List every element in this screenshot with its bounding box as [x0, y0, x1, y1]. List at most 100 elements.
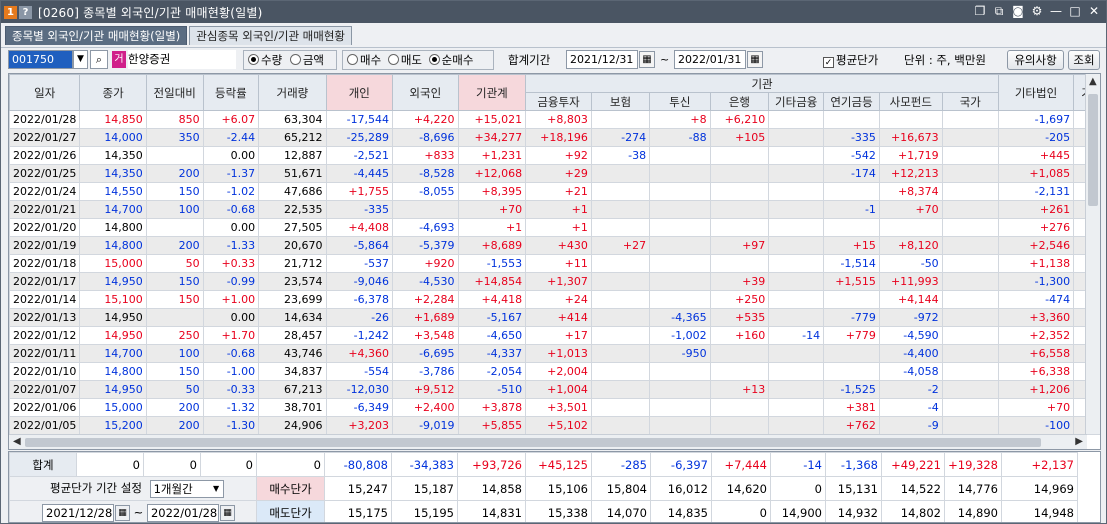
- table-row[interactable]: 2022/01/18 15,000 50 +0.33 21,712 -537 +920 -1,…: [9, 254, 1100, 273]
- table-row[interactable]: 2022/01/21 14,700 100 -0.68 22,535 -335 +70 +1-…: [9, 200, 1100, 219]
- horizontal-scroll-thumb[interactable]: [25, 438, 1041, 447]
- radio-buy[interactable]: 매수: [347, 53, 381, 67]
- table-row[interactable]: 2022/01/26 14,350 0.00 12,887 -2,521 +833 +1,2…: [9, 146, 1100, 165]
- table-cell: [590, 218, 651, 237]
- calendar-icon[interactable]: ▦: [639, 51, 655, 68]
- header-change[interactable]: 전일대비: [145, 74, 204, 111]
- table-row[interactable]: 2022/01/20 14,800 0.00 27,505 +4,408 -4,693 +1…: [9, 218, 1100, 237]
- header-finance[interactable]: 금융투자: [525, 92, 592, 111]
- table-cell: -6,378: [325, 290, 394, 309]
- copy-icon[interactable]: ⧉: [991, 3, 1007, 20]
- close-icon[interactable]: ✕: [1086, 3, 1102, 20]
- header-other-corp[interactable]: 기타법인: [997, 74, 1075, 111]
- table-cell: 14,800: [79, 218, 147, 237]
- table-cell: -4,058: [878, 362, 943, 381]
- tab-stock-daily[interactable]: 종목별 외국인/기관 매매현황(일별): [5, 26, 188, 45]
- total-cell: +2,137: [1001, 452, 1078, 477]
- stock-code-input[interactable]: 001750: [8, 50, 73, 69]
- help-badge[interactable]: ?: [19, 5, 32, 19]
- header-volume[interactable]: 거래량: [258, 74, 327, 111]
- avg-end-date-input[interactable]: 2022/01/28: [146, 503, 219, 522]
- horizontal-scrollbar[interactable]: ◀ ▶: [9, 434, 1087, 449]
- calendar-icon[interactable]: ▦: [115, 504, 130, 521]
- chevron-down-icon[interactable]: ▼: [73, 50, 88, 69]
- query-button[interactable]: 조회: [1068, 50, 1100, 70]
- header-rate[interactable]: 등락률: [202, 74, 260, 111]
- table-cell: [709, 254, 770, 273]
- table-row[interactable]: 2022/01/17 14,950 150 -0.99 23,574 -9,046 -4,5…: [9, 272, 1100, 291]
- table-row[interactable]: 2022/01/05 15,200 200 -1.30 24,906 +3,203 -9,0…: [9, 416, 1100, 435]
- vertical-scrollbar[interactable]: ▲: [1085, 74, 1100, 434]
- header-price[interactable]: 종가: [79, 74, 147, 111]
- minimize-icon[interactable]: —: [1048, 3, 1064, 20]
- table-row[interactable]: 2022/01/25 14,350 200 -1.37 51,671 -4,445 -8,5…: [9, 164, 1100, 183]
- table-cell: -274: [590, 128, 651, 147]
- table-row[interactable]: 2022/01/28 14,850 850 +6.07 63,304 -17,544 +4,…: [9, 110, 1100, 129]
- table-cell: -50: [878, 254, 943, 273]
- table-row[interactable]: 2022/01/12 14,950 250 +1.70 28,457 -1,242 +3,5…: [9, 326, 1100, 345]
- table-row[interactable]: 2022/01/06 15,000 200 -1.32 38,701 -6,349 +2,4…: [9, 398, 1100, 417]
- header-trust[interactable]: 투신: [649, 92, 711, 111]
- table-row[interactable]: 2022/01/14 15,100 150 +1.00 23,699 -6,378 +2,2…: [9, 290, 1100, 309]
- header-inst-total[interactable]: 기관계: [457, 74, 527, 111]
- header-other-fin[interactable]: 기타금융: [768, 92, 825, 111]
- table-cell: [709, 200, 770, 219]
- table-cell: [941, 236, 999, 255]
- scroll-right-icon[interactable]: ▶: [1075, 436, 1083, 447]
- calendar-icon[interactable]: ▦: [747, 51, 763, 68]
- header-foreign[interactable]: 외국인: [392, 74, 459, 111]
- camera-icon[interactable]: ◙: [1010, 3, 1026, 20]
- header-private-fund[interactable]: 사모펀드: [878, 92, 943, 111]
- header-date[interactable]: 일자: [9, 74, 81, 111]
- table-row[interactable]: 2022/01/10 14,800 150 -1.00 34,837 -554 -3,786…: [9, 362, 1100, 381]
- tab-watchlist[interactable]: 관심종목 외국인/기관 매매현황: [189, 26, 353, 45]
- table-cell: [145, 308, 204, 327]
- table-cell: [768, 218, 825, 237]
- header-nation[interactable]: 국가: [941, 92, 999, 111]
- table-row[interactable]: 2022/01/07 14,950 50 -0.33 67,213 -12,030 +9,5…: [9, 380, 1100, 399]
- start-date-input[interactable]: 2021/12/31: [566, 50, 638, 69]
- restore-icon[interactable]: ❐: [972, 3, 988, 20]
- avg-start-date-input[interactable]: 2021/12/28: [42, 503, 114, 522]
- table-row[interactable]: 2022/01/13 14,950 0.00 14,634 -26 +1,689 -5,16…: [9, 308, 1100, 327]
- header-individual[interactable]: 개인: [325, 74, 394, 111]
- table-cell: 65,212: [258, 128, 327, 147]
- table-cell: -1,242: [325, 326, 394, 345]
- table-cell: +1.70: [202, 326, 260, 345]
- table-cell: [768, 380, 825, 399]
- scroll-left-icon[interactable]: ◀: [13, 436, 21, 447]
- table-cell: [823, 344, 880, 363]
- table-cell: [590, 416, 651, 435]
- avg-period-select[interactable]: 1개월간 ▼: [149, 479, 224, 498]
- table-cell: 2022/01/11: [9, 344, 81, 363]
- table-cell: -537: [325, 254, 394, 273]
- vertical-scroll-thumb[interactable]: [1088, 94, 1098, 206]
- table-row[interactable]: 2022/01/11 14,700 100 -0.68 43,746 +4,360 -6,6…: [9, 344, 1100, 363]
- header-bank[interactable]: 은행: [709, 92, 770, 111]
- header-insurance[interactable]: 보험: [590, 92, 651, 111]
- avg-price-checkbox[interactable]: ✓ 평균단가: [823, 52, 878, 68]
- table-cell: +29: [525, 164, 592, 183]
- header-pension[interactable]: 연기금등: [823, 92, 880, 111]
- table-cell: +4,220: [392, 110, 459, 129]
- notice-button[interactable]: 유의사항: [1007, 50, 1064, 70]
- gear-icon[interactable]: ⚙: [1029, 3, 1045, 20]
- radio-net-buy-dot: [428, 54, 440, 65]
- table-cell: +15,021: [457, 110, 527, 129]
- maximize-icon[interactable]: □: [1067, 3, 1083, 20]
- search-icon[interactable]: ⌕: [90, 50, 108, 69]
- scroll-up-icon[interactable]: ▲: [1089, 76, 1097, 87]
- table-row[interactable]: 2022/01/24 14,550 150 -1.02 47,686 +1,755 -8,0…: [9, 182, 1100, 201]
- radio-net-buy[interactable]: 순매수: [428, 53, 473, 67]
- radio-sell[interactable]: 매도: [387, 53, 422, 67]
- calendar-icon[interactable]: ▦: [219, 504, 235, 521]
- table-cell: 850: [145, 110, 204, 129]
- radio-amount[interactable]: 금액: [289, 53, 324, 67]
- end-date-input[interactable]: 2022/01/31: [674, 50, 746, 69]
- table-cell: -4,400: [878, 344, 943, 363]
- radio-quantity[interactable]: 수량: [248, 53, 282, 67]
- table-row[interactable]: 2022/01/27 14,000 350 -2.44 65,212 -25,289 -8,…: [9, 128, 1100, 147]
- chevron-down-icon[interactable]: ▼: [210, 481, 223, 497]
- table-row[interactable]: 2022/01/19 14,800 200 -1.33 20,670 -5,864 -5,3…: [9, 236, 1100, 255]
- buy-price-cell: 15,804: [591, 476, 651, 501]
